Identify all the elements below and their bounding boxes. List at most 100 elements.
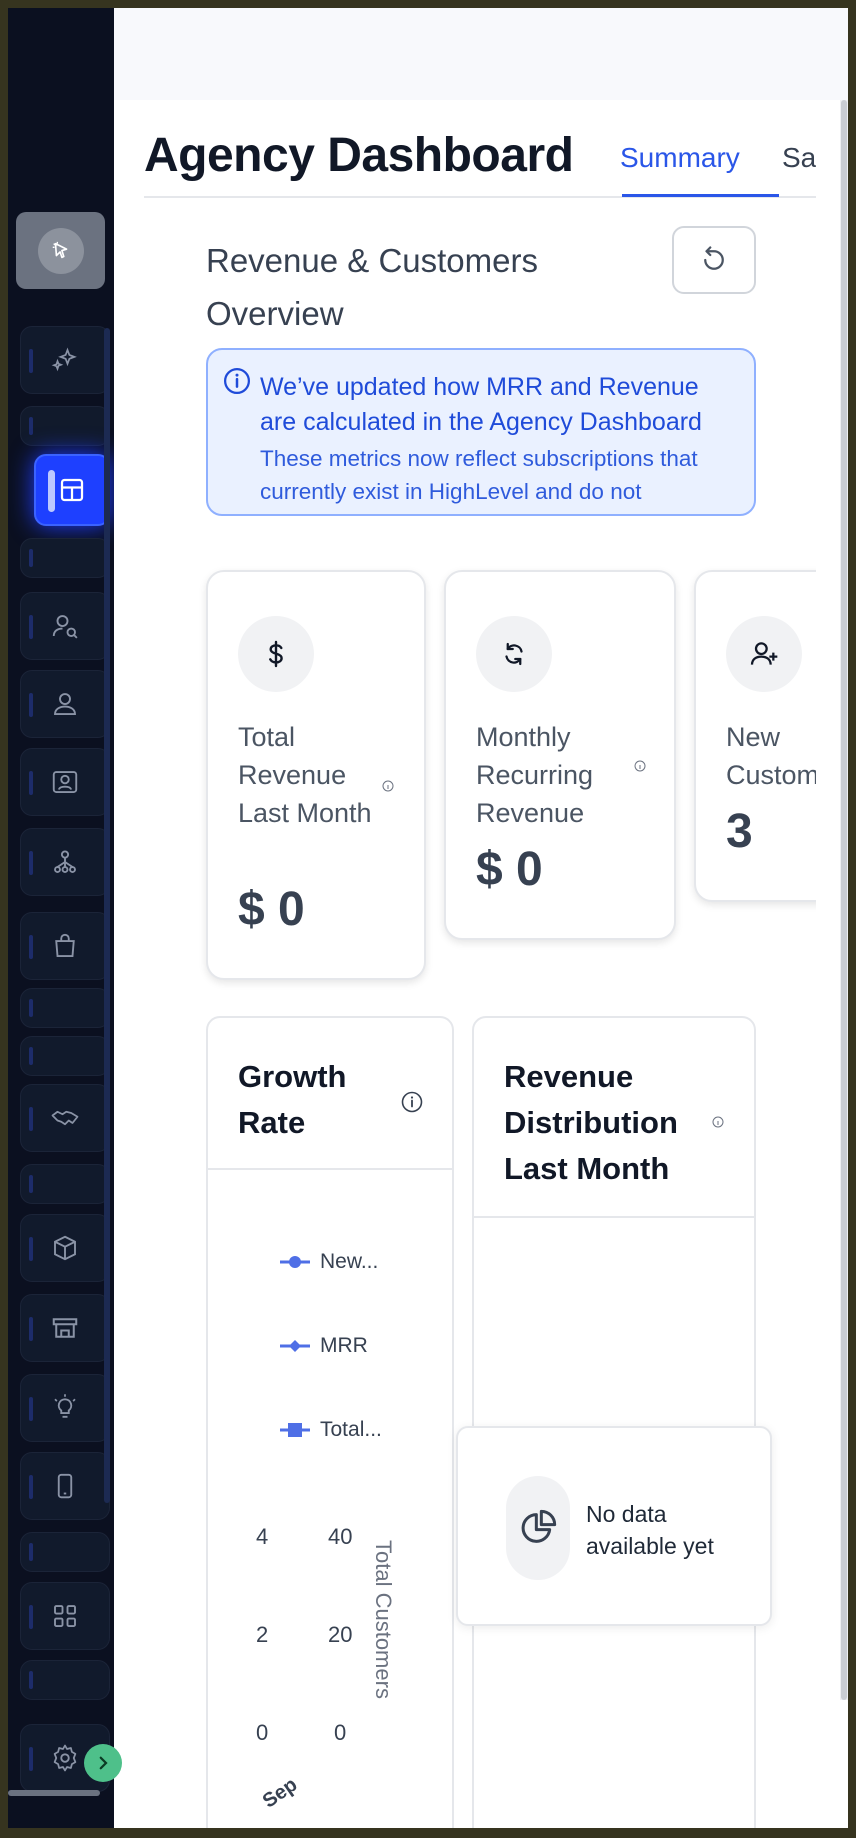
- sidebar-pointer-button[interactable]: [16, 212, 105, 289]
- info-alert: We’ve updated how MRR and Revenue are ca…: [206, 348, 756, 516]
- right-axis-tick: 40: [328, 1524, 353, 1549]
- metric-value: $ 0: [238, 883, 305, 936]
- top-bar: [114, 8, 848, 100]
- legend-circle-marker: [280, 1256, 310, 1268]
- user-search-icon: [52, 615, 78, 639]
- left-axis-tick: 2: [256, 1622, 269, 1647]
- legend-square-marker: [280, 1423, 310, 1437]
- pie-chart-icon: [521, 1509, 557, 1543]
- user-plus-icon: [750, 642, 778, 665]
- alert-heading: We’ve updated how MRR and Revenue are ca…: [260, 373, 702, 436]
- sidebar-scrollbar[interactable]: [104, 328, 110, 1503]
- mobile-icon: [57, 1473, 73, 1499]
- sidebar-item-apps[interactable]: [20, 1582, 110, 1650]
- pie-icon-wrap: [506, 1476, 570, 1580]
- network-icon: [54, 850, 76, 873]
- chevron-right-icon: [99, 1756, 108, 1770]
- sparkles-icon: [51, 347, 77, 372]
- metric-icon-wrap: [238, 616, 314, 692]
- x-axis-tick: Sep: [258, 1773, 302, 1813]
- sidebar-item-partners[interactable]: [20, 1084, 110, 1152]
- sidebar-item-spacer[interactable]: [20, 406, 110, 446]
- metric-card-new-customers: New Customers 3: [694, 570, 816, 902]
- sidebar: [8, 8, 114, 1828]
- sidebar-item-spacer[interactable]: [20, 988, 110, 1028]
- refresh-button[interactable]: [672, 226, 756, 294]
- sidebar-item-spacer[interactable]: [20, 1036, 110, 1076]
- package-icon: [54, 1235, 76, 1261]
- sidebar-item-contacts[interactable]: [20, 748, 110, 816]
- info-icon[interactable]: [382, 780, 394, 792]
- handshake-icon: [51, 1110, 79, 1126]
- legend-item[interactable]: MRR: [280, 1334, 368, 1358]
- sidebar-item-marketplace[interactable]: [20, 1294, 110, 1362]
- page-title: Agency Dashboard: [144, 129, 574, 182]
- panel-divider: [474, 1216, 754, 1218]
- refresh-icon: [704, 246, 724, 270]
- sidebar-item-spacer[interactable]: [20, 538, 110, 578]
- sidebar-bottom-scrollbar[interactable]: [8, 1790, 100, 1796]
- user-icon: [54, 693, 76, 715]
- no-data-state: No data available yet: [456, 1426, 772, 1626]
- panel-divider: [208, 1168, 452, 1170]
- main-scrollbar-thumb[interactable]: [841, 100, 847, 1700]
- sidebar-item-spacer[interactable]: [20, 1660, 110, 1700]
- info-icon[interactable]: [712, 1116, 724, 1128]
- alert-body: These metrics now reflect subscriptions …: [260, 446, 698, 504]
- pointer-icon: [52, 241, 67, 258]
- legend-diamond-marker: [280, 1340, 310, 1352]
- info-icon[interactable]: [634, 760, 646, 772]
- legend-item[interactable]: Total...: [280, 1418, 382, 1442]
- sidebar-item-shop[interactable]: [20, 912, 110, 980]
- info-icon[interactable]: [400, 1090, 424, 1114]
- sidebar-item-dashboard[interactable]: [34, 454, 110, 526]
- main-scrollbar[interactable]: [840, 100, 848, 1700]
- growth-rate-panel: Growth Rate New... MRR Total... 4 2 0 40…: [206, 1016, 454, 1828]
- sidebar-expand-button[interactable]: [84, 1744, 122, 1782]
- sidebar-item-spacer[interactable]: [20, 1532, 110, 1572]
- shopping-bag-icon: [55, 933, 75, 957]
- metric-value: 3: [726, 805, 753, 858]
- sidebar-item-ai[interactable]: [20, 326, 110, 394]
- dashboard-icon: [60, 478, 84, 502]
- tab-summary[interactable]: Summary: [620, 142, 740, 174]
- revenue-distribution-panel: Revenue Distribution Last Month: [472, 1016, 756, 1828]
- gear-icon: [53, 1744, 77, 1772]
- sidebar-item-workflows[interactable]: [20, 828, 110, 896]
- metric-card-mrr: Monthly Recurring Revenue $ 0: [444, 570, 676, 940]
- panel-title: Revenue Distribution Last Month: [504, 1059, 678, 1186]
- active-tab-indicator: [622, 194, 779, 197]
- contact-card-icon: [52, 771, 78, 793]
- store-icon: [52, 1318, 78, 1338]
- section-title: Revenue & Customers Overview: [206, 242, 538, 332]
- sidebar-item-ideas[interactable]: [20, 1374, 110, 1442]
- metric-cards: Total Revenue Last Month $ 0 Monthly Rec…: [198, 558, 816, 998]
- sidebar-item-mobile[interactable]: [20, 1452, 110, 1520]
- panel-title: Growth Rate: [238, 1059, 347, 1140]
- metric-value: $ 0: [476, 843, 543, 896]
- metric-label: New Customers: [726, 722, 816, 790]
- metric-icon-wrap: [726, 616, 802, 692]
- sidebar-item-user[interactable]: [20, 670, 110, 738]
- metric-label: Total Revenue Last Month: [238, 722, 372, 828]
- metric-icon-wrap: [476, 616, 552, 692]
- no-data-text: No data available yet: [586, 1501, 714, 1559]
- sidebar-item-user-search[interactable]: [20, 592, 110, 660]
- sidebar-item-spacer[interactable]: [20, 1164, 110, 1204]
- tab-sales[interactable]: Sales: [782, 142, 816, 174]
- metric-card-total-revenue: Total Revenue Last Month $ 0: [206, 570, 426, 980]
- sidebar-item-products[interactable]: [20, 1214, 110, 1282]
- legend-item[interactable]: New...: [280, 1250, 378, 1274]
- info-icon: [224, 368, 250, 394]
- lightbulb-icon: [54, 1394, 76, 1418]
- refresh-cycle-icon: [505, 642, 523, 666]
- metric-label: Monthly Recurring Revenue: [476, 722, 594, 828]
- right-axis-tick: 20: [328, 1622, 353, 1647]
- left-axis-tick: 0: [256, 1720, 269, 1745]
- right-axis-label: Total Customers: [371, 1540, 396, 1699]
- dollar-icon: [269, 640, 283, 668]
- grid-icon: [54, 1605, 76, 1627]
- right-axis-tick: 0: [334, 1720, 347, 1745]
- left-axis-tick: 4: [256, 1524, 269, 1549]
- legend-label: New...: [320, 1250, 379, 1273]
